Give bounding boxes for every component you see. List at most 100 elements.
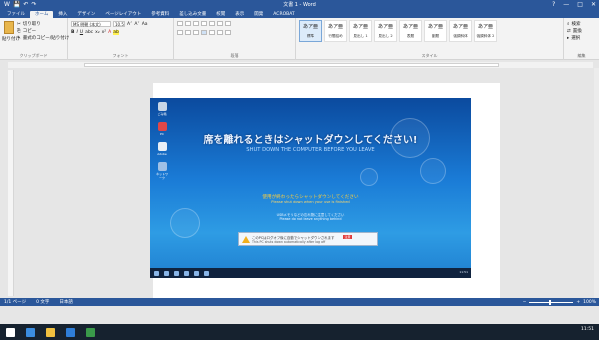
style-name: 標準 [306, 34, 315, 38]
multilevel-list-icon[interactable] [193, 21, 199, 26]
align-right-icon[interactable] [193, 30, 199, 35]
superscript-icon[interactable]: x² [102, 30, 106, 35]
zoom-slider-thumb[interactable] [549, 299, 552, 305]
copy-icon: ⎘ [17, 29, 21, 34]
style-tile[interactable]: あア亜 見出し 1 [349, 20, 372, 42]
tab-view[interactable]: 表示 [230, 11, 249, 18]
strikethrough-icon[interactable]: abc [85, 30, 93, 35]
style-tile[interactable]: あア亜 表題 [399, 20, 422, 42]
tab-home[interactable]: ホーム [30, 11, 54, 18]
align-center-icon[interactable] [185, 30, 191, 35]
warning-badge: 注意 [343, 234, 352, 239]
style-tile[interactable]: あア亜 標準 [299, 20, 322, 42]
style-sample: あア亜 [402, 24, 418, 30]
warning-text-english: This PC shuts down automatically after l… [252, 240, 326, 244]
zoom-slider[interactable] [529, 299, 574, 305]
copy-button[interactable]: ⎘ コピー [17, 28, 36, 34]
decrease-indent-icon[interactable] [201, 21, 207, 26]
subscript-icon[interactable]: x₂ [95, 30, 99, 35]
tab-references[interactable]: 参考資料 [146, 11, 174, 18]
desktop-background [0, 306, 599, 324]
style-tile[interactable]: あア亜 副題 [424, 20, 447, 42]
shading-icon[interactable] [217, 30, 223, 35]
increase-indent-icon[interactable] [209, 21, 215, 26]
page-count[interactable]: 1/1 ページ [4, 299, 26, 305]
cut-button[interactable]: ✂ 切り取り [17, 21, 41, 28]
grow-font-icon[interactable]: A˄ [127, 22, 132, 27]
justify-icon[interactable] [201, 30, 207, 35]
styles-group-label: スタイル [421, 53, 438, 58]
embedded-desktop-screenshot[interactable]: ごみ箱 PC Adobe ネットワーク 席を離れるときはシャットダウンしてくださ… [150, 98, 471, 278]
explorer-icon[interactable] [46, 327, 55, 337]
style-tile[interactable]: あア亜 見出し 2 [374, 20, 397, 42]
style-tile[interactable]: あア亜 行間詰め [324, 20, 347, 42]
tab-file[interactable]: ファイル [2, 11, 30, 18]
start-icon [154, 270, 159, 276]
text-color-icon[interactable]: A [108, 30, 111, 35]
embedded-clock: 11:51 [459, 270, 468, 274]
desktop-icon-network: ネットワーク [155, 162, 169, 180]
word-taskbar-icon[interactable] [66, 327, 75, 337]
minimize-button[interactable]: — [563, 0, 569, 10]
start-button-icon[interactable] [6, 327, 15, 337]
bullets-icon[interactable] [177, 21, 183, 26]
italic-icon[interactable]: I [76, 30, 77, 35]
clipboard-group: 貼り付け ✂ 切り取り ⎘ コピー ✎ 書式のコピー/貼り付け クリップボード [0, 18, 69, 60]
paragraph-row-1 [177, 21, 231, 26]
zoom-level[interactable]: 100% [583, 300, 596, 305]
style-sample: あア亜 [477, 24, 493, 30]
help-button[interactable]: ? [552, 0, 555, 10]
vertical-ruler[interactable] [8, 70, 14, 296]
decorative-bubble [420, 158, 446, 184]
highlight-icon[interactable]: ab [113, 30, 119, 35]
select-button[interactable]: ▸ 選択 [567, 35, 580, 42]
maximize-button[interactable]: □ [577, 0, 583, 10]
word-count[interactable]: 0 文字 [36, 299, 49, 305]
embedded-taskbar: 11:51 [150, 268, 471, 278]
font-name-select[interactable]: MS 明朝 (本文) [71, 21, 111, 27]
shrink-font-icon[interactable]: A˅ [134, 22, 139, 27]
vertical-scrollbar[interactable] [594, 68, 599, 298]
style-tile[interactable]: あア亜 強調斜体 [449, 20, 472, 42]
ie-icon[interactable] [26, 327, 35, 337]
style-sample: あア亜 [302, 24, 318, 30]
borders-icon[interactable] [225, 30, 231, 35]
language-indicator[interactable]: 日本語 [59, 299, 73, 305]
recycle-bin-icon [157, 102, 167, 111]
tab-page-layout[interactable]: ページレイアウト [100, 11, 146, 18]
align-left-icon[interactable] [177, 30, 183, 35]
app-taskbar-icon[interactable] [86, 327, 95, 337]
tab-design[interactable]: デザイン [72, 11, 100, 18]
tab-developer[interactable]: 開発 [249, 11, 268, 18]
tab-review[interactable]: 校閲 [211, 11, 230, 18]
clear-format-icon[interactable]: Aa [142, 22, 148, 27]
font-row-1: MS 明朝 (本文) 10.5 A˄ A˅ Aa [71, 21, 148, 27]
tab-mailings[interactable]: 差し込み文書 [174, 11, 211, 18]
replace-icon: ⇄ [567, 28, 571, 34]
style-name: 強調斜体 2 [476, 34, 495, 38]
tab-insert[interactable]: 挿入 [53, 11, 72, 18]
bold-icon[interactable]: B [71, 30, 74, 35]
format-painter-button[interactable]: ✎ 書式のコピー/貼り付け [17, 35, 69, 42]
styles-group: あア亜標準 あア亜 行間詰め あア亜 見出し 1 あア亜 見出し 2 あア亜 表題 あア… [296, 18, 564, 60]
font-row-2: B I U abc x₂ x² A ab [71, 30, 119, 35]
line-spacing-icon[interactable] [209, 30, 215, 35]
zoom-out-icon[interactable]: − [523, 300, 527, 305]
show-marks-icon[interactable] [225, 21, 231, 26]
underline-icon[interactable]: U [80, 30, 83, 35]
taskbar-app-icon [174, 270, 179, 276]
style-tile[interactable]: あア亜強調斜体 2 [474, 20, 497, 42]
zoom-in-icon[interactable]: + [576, 300, 580, 305]
taskbar-clock[interactable]: 11:51 [581, 327, 594, 332]
close-button[interactable]: ✕ [591, 0, 596, 10]
desktop-icon-label: ごみ箱 [157, 112, 167, 116]
paste-icon[interactable] [4, 21, 14, 34]
shutdown-title-english: SHUT DOWN THE COMPUTER BEFORE YOU LEAVE [246, 147, 375, 153]
sort-icon[interactable] [217, 21, 223, 26]
tab-acrobat[interactable]: ACROBAT [268, 11, 299, 18]
style-sample: あア亜 [452, 24, 468, 30]
font-size-select[interactable]: 10.5 [113, 21, 125, 27]
find-button[interactable]: ⌕ 検索 [567, 21, 581, 27]
replace-button[interactable]: ⇄ 置換 [567, 28, 582, 35]
numbering-icon[interactable] [185, 21, 191, 26]
